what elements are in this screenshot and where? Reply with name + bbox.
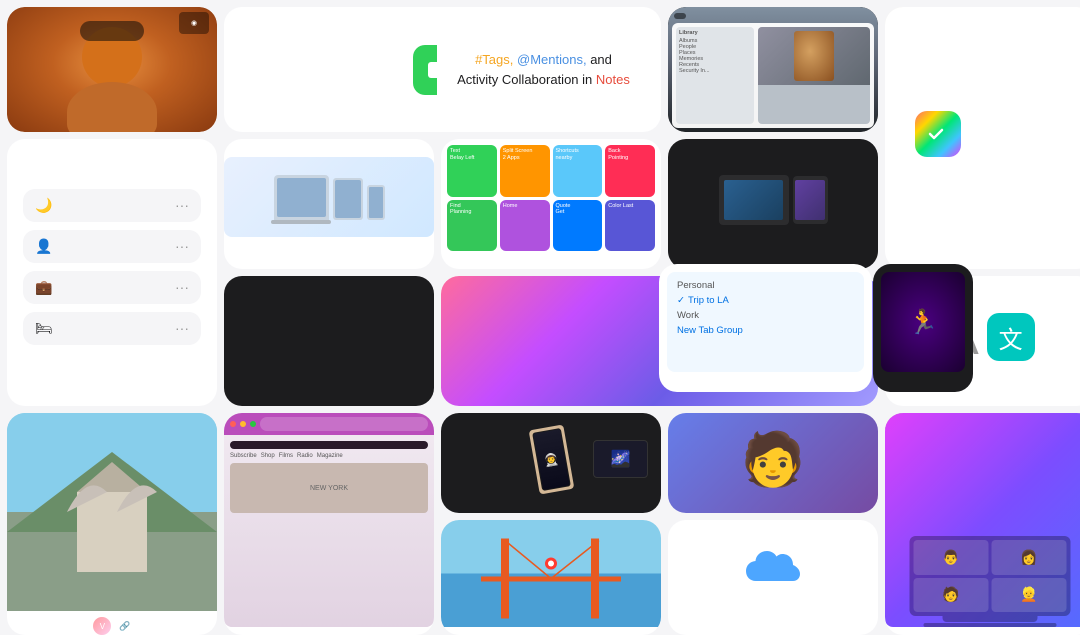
shortcut-1: TextBelay Left — [447, 145, 497, 197]
facetime-card: ◉ — [7, 7, 217, 132]
lowpower-card — [224, 276, 434, 406]
browser-chrome — [224, 413, 434, 435]
shareplay-label — [982, 627, 998, 635]
dots-icon: ··· — [175, 197, 189, 213]
person-icon: 👤 — [35, 238, 52, 255]
focus-card: 🌙 ··· 👤 ··· 💼 ··· — [7, 139, 217, 406]
nav-tabs: SubscribeShopFilmsRadioMagazine — [230, 453, 428, 459]
shortcuts-gallery-card: TextBelay Left Split Screen2 Apps Shortc… — [441, 139, 661, 269]
sender-avatar: V — [93, 617, 111, 635]
icloud-card — [668, 520, 878, 635]
memoji-visual: 🧑 — [741, 421, 806, 497]
photos-memories-label — [674, 13, 686, 19]
shared-link-icon: 🔗 — [119, 621, 130, 632]
url-bar[interactable] — [260, 417, 428, 431]
collab-text: Collaboration — [502, 72, 579, 87]
safari-ext-label — [321, 243, 337, 251]
universal-preview — [668, 155, 878, 245]
mac-screen: 🌌 — [593, 440, 648, 478]
safari-extensions-card — [224, 139, 434, 269]
icloud-label — [765, 601, 781, 609]
airplay-label — [543, 497, 559, 505]
dots-icon-4: ··· — [175, 320, 189, 336]
shortcut-5: FindPlanning — [447, 200, 497, 252]
tabgroups-preview: Personal ✓ Trip to LA Work New Tab Group — [667, 272, 864, 372]
airplay-preview: 👨‍🚀 🌌 — [449, 421, 653, 497]
focus-personal[interactable]: 👤 ··· — [23, 230, 201, 263]
moon-icon: 🌙 — [35, 197, 52, 214]
game-label — [915, 376, 931, 384]
from-badge: V 🔗 — [93, 617, 130, 635]
translation-label — [982, 380, 998, 388]
tablet-device — [793, 176, 828, 224]
laptop-device — [719, 175, 789, 225]
icloud-icon — [738, 546, 808, 601]
airplay-card: 👨‍🚀 🌌 — [441, 413, 661, 513]
tabgroups-label — [758, 376, 774, 384]
bed-icon: 🛏 — [35, 320, 53, 337]
tab-work: Work — [673, 308, 858, 323]
shortcut-2: Split Screen2 Apps — [500, 145, 550, 197]
photos-preview: Library Albums People Places Memories Re… — [668, 7, 878, 132]
shortcut-4: BackPointing — [605, 145, 655, 197]
tab-trip: ✓ Trip to LA — [673, 293, 858, 308]
memoji-card: 🧑 — [668, 413, 878, 513]
safari-redesign-preview: SubscribeShopFilmsRadioMagazine NEW YORK — [224, 413, 434, 627]
notes-features-card: #Tags, @Mentions, and Activity Collabora… — [437, 7, 650, 132]
tab-personal: Personal — [673, 278, 858, 293]
focus-do-not-disturb[interactable]: 🌙 ··· — [23, 189, 201, 222]
maps-card — [441, 520, 661, 635]
safari-content-area: SubscribeShopFilmsRadioMagazine NEW YORK — [224, 435, 434, 627]
tabgroups-card-overlay: Personal ✓ Trip to LA Work New Tab Group — [659, 264, 872, 392]
focus-sleep[interactable]: 🛏 ··· — [23, 312, 201, 345]
dots-icon-3: ··· — [175, 279, 189, 295]
safari-redesigned-label — [321, 627, 337, 635]
shareplay-preview: 👨 👩 🧑 👱 — [885, 413, 1080, 627]
game-visual: 🏃 — [881, 272, 965, 372]
shortcuts-gallery-label — [543, 261, 559, 269]
redesigned-safari-card: SubscribeShopFilmsRadioMagazine NEW YORK — [224, 413, 434, 635]
notes-link: Notes — [596, 72, 630, 87]
maps-preview — [441, 520, 661, 627]
translate-icon: 文 — [987, 313, 1035, 361]
and-text: and — [590, 52, 612, 67]
tab-new: New Tab Group — [673, 323, 858, 338]
tags-text: #Tags, — [475, 52, 513, 67]
max-button-green — [250, 421, 256, 427]
mentions-text: @Mentions, — [517, 52, 587, 67]
shortcut-6: Home — [500, 200, 550, 252]
shortcuts-app-icon — [915, 111, 961, 157]
shortcut-8: Color Last — [605, 200, 655, 252]
memoji-label — [765, 497, 781, 505]
shared-with-you-card: V 🔗 — [7, 413, 217, 635]
maps-label — [543, 627, 559, 635]
create-shortcuts-card — [885, 7, 1080, 269]
shortcut-7: QuoteGet — [553, 200, 603, 252]
dots-icon-2: ··· — [175, 238, 189, 254]
game-highlights-card: 🏃 — [873, 264, 973, 392]
safari-ext-preview — [224, 157, 434, 237]
universal-control-card — [668, 139, 878, 269]
facetime-person-image: ◉ — [7, 7, 217, 132]
article-image: NEW YORK — [230, 463, 428, 513]
universal-label — [765, 245, 781, 253]
shareplay-card: 👨 👩 🧑 👱 — [885, 413, 1080, 635]
phone-device: 👨‍🚀 — [528, 424, 574, 494]
shortcut-3: Shortcutsnearby — [553, 145, 603, 197]
min-button-yellow — [240, 421, 246, 427]
focus-work[interactable]: 💼 ··· — [23, 271, 201, 304]
shared-image — [7, 413, 217, 611]
in-text: in — [582, 72, 592, 87]
close-button-red — [230, 421, 236, 427]
briefcase-icon: 💼 — [35, 279, 52, 296]
activity-text: Activity — [457, 72, 498, 87]
photos-memories-card: Library Albums People Places Memories Re… — [668, 7, 878, 132]
